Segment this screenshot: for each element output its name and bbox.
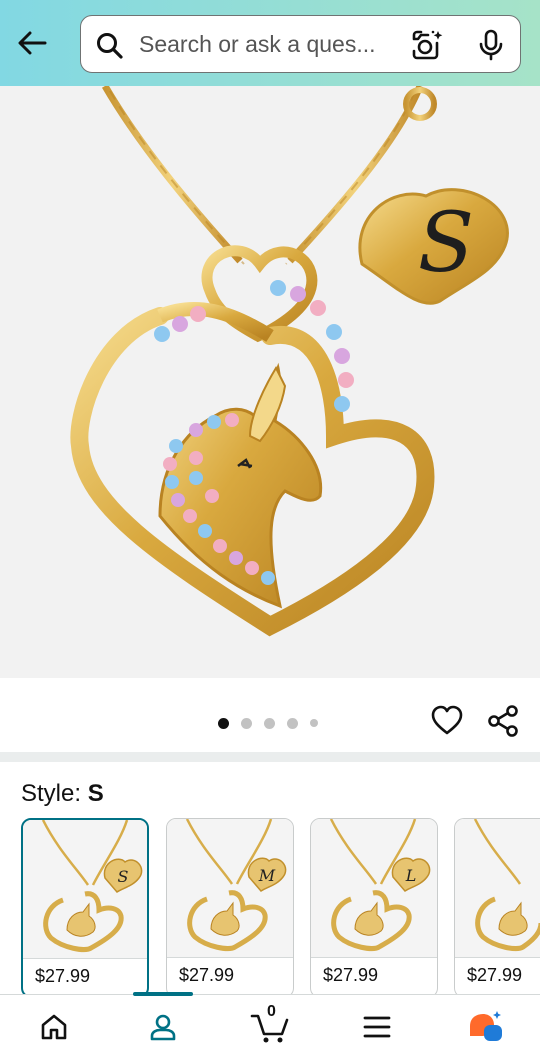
heart-icon[interactable] (430, 704, 464, 738)
carousel-dot[interactable] (218, 717, 229, 729)
swatch-thumbnail: M (167, 819, 293, 957)
carousel-dot[interactable] (310, 719, 318, 727)
home-icon (41, 1014, 67, 1040)
section-divider (0, 752, 540, 762)
carousel-indicator[interactable] (218, 717, 318, 729)
swatch-letter: L (405, 866, 417, 885)
style-selected-value: S (87, 780, 104, 807)
nav-cart[interactable]: 0 (248, 1003, 292, 1047)
style-label: Style: S (21, 780, 104, 808)
nav-home[interactable] (32, 1007, 76, 1047)
carousel-dot[interactable] (241, 717, 252, 729)
camera-lens-icon[interactable] (410, 29, 444, 61)
back-button[interactable] (12, 26, 52, 60)
swatch-divider (167, 957, 293, 958)
microphone-icon[interactable] (476, 29, 506, 61)
ai-assistant-icon (470, 1011, 502, 1041)
swatch-thumbnail (455, 819, 540, 957)
menu-icon (363, 1016, 391, 1038)
nav-account[interactable] (141, 1007, 185, 1047)
carousel-dot[interactable] (287, 717, 298, 729)
swatch-letter: M (258, 866, 276, 885)
search-input[interactable] (139, 26, 394, 62)
active-tab-indicator (133, 992, 193, 996)
top-bar (0, 0, 540, 86)
swatch-price: $27.99 (467, 965, 523, 985)
style-swatch-l[interactable]: L $27.99 (310, 818, 438, 998)
style-label-text: Style: (21, 780, 82, 807)
share-icon[interactable] (486, 704, 520, 738)
swatch-price: $27.99 (179, 965, 235, 985)
cart-count: 0 (267, 1003, 276, 1020)
search-bar[interactable] (80, 15, 521, 73)
style-swatch-partial[interactable]: $27.99 (454, 818, 540, 998)
swatch-thumbnail: L (311, 819, 437, 957)
necklace-illustration: S (70, 86, 509, 637)
gallery-controls (0, 680, 540, 758)
product-image[interactable]: S (0, 86, 540, 678)
swatch-price: $27.99 (323, 965, 379, 985)
swatch-divider (455, 957, 540, 958)
swatch-divider (311, 957, 437, 958)
svg-text:S: S (418, 196, 474, 291)
swatch-thumbnail: S (23, 820, 147, 958)
swatch-letter: S (118, 867, 129, 886)
swatch-price: $27.99 (35, 966, 91, 986)
nav-menu[interactable] (355, 1007, 399, 1047)
style-swatch-s[interactable]: S $27.99 (21, 818, 149, 998)
account-icon (150, 1014, 176, 1041)
bottom-navigation: 0 (0, 992, 540, 1061)
search-icon (97, 33, 123, 59)
style-swatch-m[interactable]: M $27.99 (166, 818, 294, 998)
swatch-divider (23, 958, 147, 959)
carousel-dot[interactable] (264, 717, 275, 729)
back-arrow-icon (18, 31, 47, 55)
nav-ai-assistant[interactable] (464, 1007, 508, 1047)
